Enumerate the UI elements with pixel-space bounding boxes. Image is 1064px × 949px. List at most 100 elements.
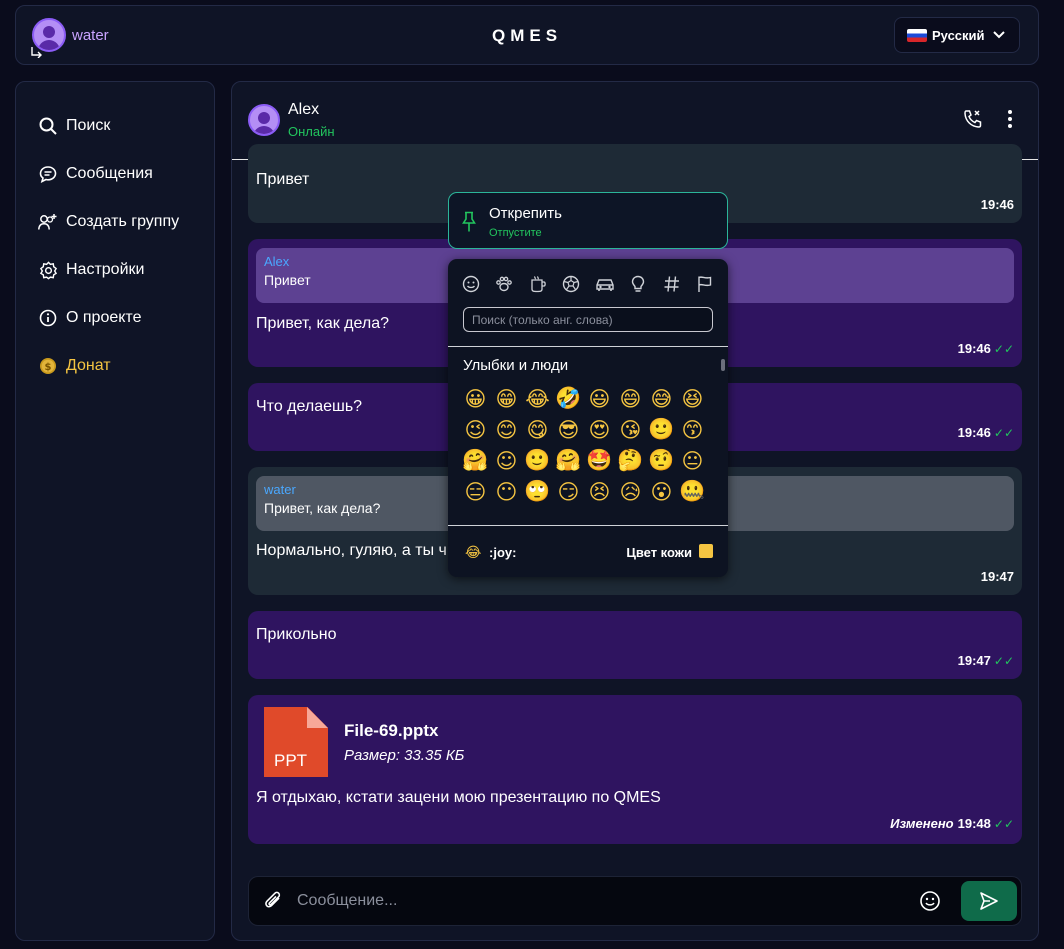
scrollbar-thumb[interactable] <box>721 359 725 371</box>
message-bubble[interactable]: Прикольно 19:47 ✓✓ <box>248 611 1022 679</box>
emoji-cell[interactable]: 😙 <box>677 414 708 445</box>
sidebar-item-label: Сообщения <box>66 165 153 182</box>
emoji-cell[interactable]: 😐 <box>677 445 708 476</box>
file-size: Размер: 33.35 КБ <box>344 747 465 764</box>
emoji-cell[interactable]: 😘 <box>615 414 646 445</box>
emoji-cell[interactable]: 😶 <box>491 476 522 507</box>
contact-avatar[interactable] <box>248 104 280 136</box>
logout-icon[interactable] <box>30 46 44 58</box>
read-check-icon: ✓✓ <box>993 816 1014 831</box>
emoji-cell[interactable]: 😄 <box>615 383 646 414</box>
emoji-cell[interactable]: ☺ <box>491 445 522 476</box>
time-label: 19:47 <box>957 653 991 668</box>
coin-icon: $ <box>38 356 58 376</box>
emoji-cell[interactable]: 😮 <box>646 476 677 507</box>
sidebar-item-settings[interactable]: Настройки <box>16 246 214 294</box>
preview-emoji-code: :joy: <box>489 545 517 560</box>
contact-name[interactable]: Alex <box>288 101 319 119</box>
emoji-cell[interactable]: 😀 <box>460 383 491 414</box>
emoji-cell[interactable]: 😂 <box>522 383 553 414</box>
message-input[interactable] <box>297 887 917 915</box>
send-button[interactable] <box>961 881 1017 921</box>
ball-icon[interactable] <box>560 273 582 295</box>
message-time: 19:46 ✓✓ <box>958 425 1014 440</box>
emoji-cell[interactable]: 🙂 <box>646 414 677 445</box>
app-logo: QMES <box>491 26 563 45</box>
unpin-subtitle: Отпустите <box>489 227 542 239</box>
hash-icon[interactable] <box>661 273 683 295</box>
message-text: Прикольно <box>256 626 337 643</box>
emoji-cell[interactable]: 🤗 <box>553 445 584 476</box>
language-select[interactable]: Русский <box>894 17 1020 53</box>
emoji-cell[interactable]: 😋 <box>522 414 553 445</box>
emoji-cell[interactable]: 😏 <box>553 476 584 507</box>
emoji-cell[interactable]: 😉 <box>460 414 491 445</box>
more-vertical-icon[interactable] <box>1007 108 1013 130</box>
message-text: Привет, как дела? <box>256 315 389 332</box>
add-group-icon <box>38 212 58 232</box>
emoji-cell[interactable]: 🤐 <box>677 476 708 507</box>
language-label: Русский <box>932 27 985 43</box>
sidebar-item-donate[interactable]: $ Донат <box>16 342 214 390</box>
info-icon <box>38 308 58 328</box>
sidebar-item-create-group[interactable]: Создать группу <box>16 198 214 246</box>
flag-icon[interactable] <box>694 273 716 295</box>
sidebar-item-search[interactable]: Поиск <box>16 102 214 150</box>
emoji-scrollbar[interactable] <box>720 351 726 511</box>
emoji-cell[interactable]: 🤨 <box>646 445 677 476</box>
gear-icon <box>38 260 58 280</box>
emoji-cell[interactable]: 🙂 <box>522 445 553 476</box>
emoji-cell[interactable]: 😅 <box>646 383 677 414</box>
picker-divider <box>448 525 728 526</box>
message-time: 19:46 ✓✓ <box>958 341 1014 356</box>
time-label: 19:48 <box>957 816 991 831</box>
preview-emoji: 😂 <box>465 544 482 560</box>
car-icon[interactable] <box>594 273 616 295</box>
emoji-cell[interactable]: 😑 <box>460 476 491 507</box>
emoji-cell[interactable]: 😎 <box>553 414 584 445</box>
sidebar-item-label: Создать группу <box>66 213 180 230</box>
file-name[interactable]: File-69.pptx <box>344 721 438 741</box>
emoji-cell[interactable]: 😁 <box>491 383 522 414</box>
search-icon <box>38 116 58 136</box>
emoji-category-tabs <box>460 273 716 295</box>
skin-tone-swatch[interactable] <box>699 544 713 558</box>
sidebar-item-messages[interactable]: Сообщения <box>16 150 214 198</box>
message-time: 19:46 <box>981 197 1014 212</box>
emoji-cell[interactable]: 😍 <box>584 414 615 445</box>
smiley-icon[interactable] <box>460 273 482 295</box>
emoji-cell[interactable]: 🙄 <box>522 476 553 507</box>
paperclip-icon[interactable] <box>263 890 285 912</box>
emoji-picker: Улыбки и люди 😀😁😂🤣😃😄😅😆😉😊😋😎😍😘🙂😙🤗☺🙂🤗🤩🤔🤨😐😑😶… <box>448 259 728 577</box>
emoji-section-title: Улыбки и люди <box>463 357 569 374</box>
emoji-search-input[interactable] <box>463 307 713 332</box>
app-header: water QMES Русский <box>15 5 1039 65</box>
ppt-file-icon[interactable]: PPT <box>264 707 328 777</box>
read-check-icon: ✓✓ <box>993 425 1014 440</box>
unpin-title: Открепить <box>489 205 562 222</box>
message-time: Изменено 19:48 ✓✓ <box>890 816 1014 831</box>
emoji-cell[interactable]: 🤣 <box>553 383 584 414</box>
sidebar-item-about[interactable]: О проекте <box>16 294 214 342</box>
emoji-cell[interactable]: 🤔 <box>615 445 646 476</box>
paw-icon[interactable] <box>493 273 515 295</box>
cup-icon[interactable] <box>527 273 549 295</box>
emoji-cell[interactable]: 🤗 <box>460 445 491 476</box>
emoji-icon[interactable] <box>919 890 941 912</box>
emoji-cell[interactable]: 😥 <box>615 476 646 507</box>
emoji-cell[interactable]: 😊 <box>491 414 522 445</box>
message-bubble[interactable]: PPT File-69.pptx Размер: 33.35 КБ Я отды… <box>248 695 1022 844</box>
emoji-cell[interactable]: 😆 <box>677 383 708 414</box>
call-icon[interactable] <box>962 108 984 130</box>
picker-divider <box>448 346 728 347</box>
emoji-cell[interactable]: 😃 <box>584 383 615 414</box>
message-text: Нормально, гуляю, а ты ч <box>256 542 447 559</box>
unpin-menu[interactable]: Открепить Отпустите <box>448 192 728 249</box>
bulb-icon[interactable] <box>627 273 649 295</box>
pin-icon <box>462 211 476 232</box>
edited-label: Изменено <box>890 816 954 831</box>
message-text: Привет <box>256 171 310 188</box>
emoji-cell[interactable]: 😣 <box>584 476 615 507</box>
emoji-cell[interactable]: 🤩 <box>584 445 615 476</box>
time-label: 19:46 <box>957 425 991 440</box>
